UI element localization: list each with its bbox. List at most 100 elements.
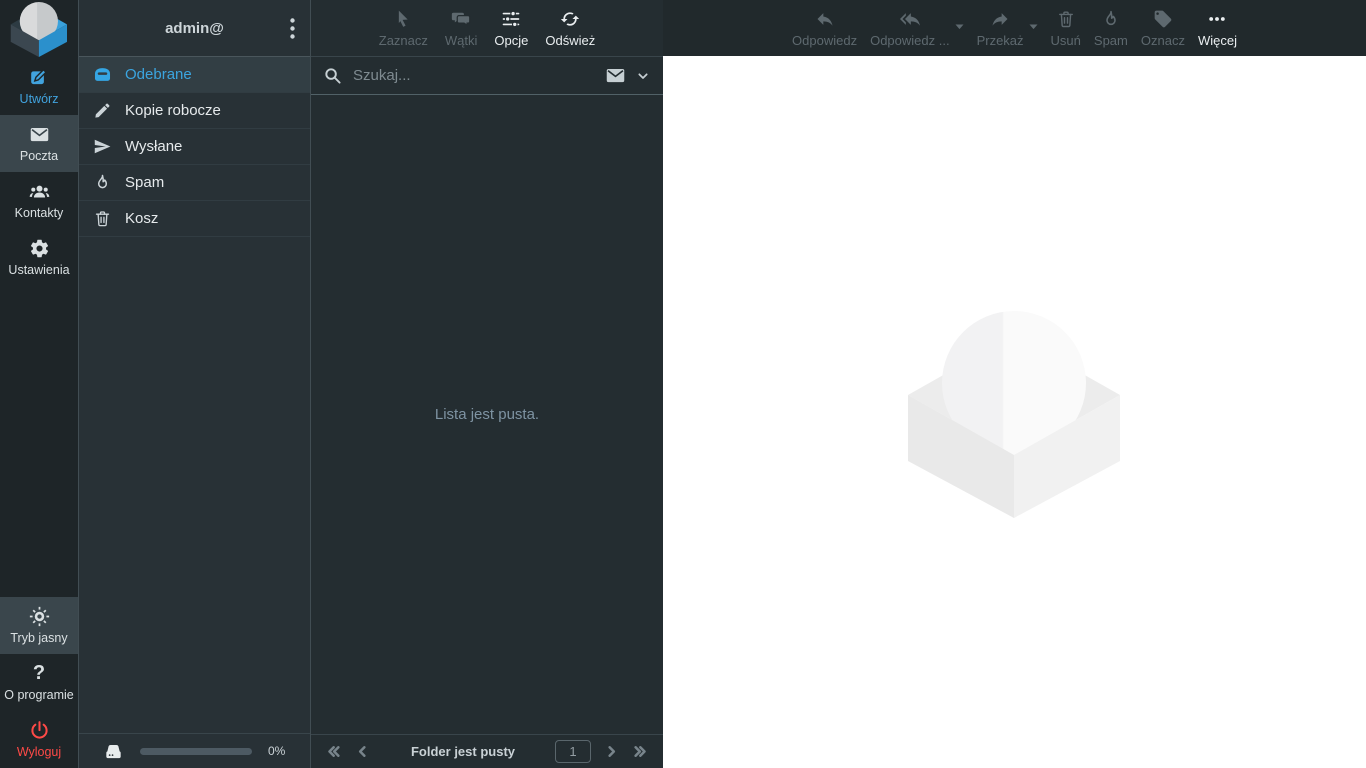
reply-all-icon: [899, 9, 920, 29]
next-page-button[interactable]: [601, 744, 622, 759]
folder-actions-button[interactable]: [284, 0, 301, 56]
settings-tab-label: Ustawienia: [8, 263, 70, 277]
about-button[interactable]: ? O programie: [0, 654, 78, 711]
page-input[interactable]: [555, 740, 591, 763]
folder-label: Kopie robocze: [125, 102, 221, 119]
tab-mail[interactable]: Poczta: [0, 115, 78, 172]
theme-toggle-button[interactable]: Tryb jasny: [0, 597, 78, 654]
logout-button[interactable]: Wyloguj: [0, 711, 78, 768]
account-name: admin@: [165, 19, 224, 37]
mark-label: Oznacz: [1140, 32, 1185, 48]
last-page-button[interactable]: [630, 744, 651, 759]
message-list-body: Lista jest pusta.: [311, 95, 663, 734]
folder-list: Odebrane Kopie robocze Wysłane Spam Kosz: [79, 57, 310, 237]
folder-label: Odebrane: [125, 66, 192, 83]
flame-icon: [93, 173, 112, 192]
message-toolbar: Odpowiedz Odpowiedz ... Przekaż Usuń Spa…: [663, 0, 1366, 56]
mail-scope-icon[interactable]: [605, 65, 626, 86]
more-button[interactable]: Więcej: [1198, 9, 1237, 48]
reply-all-caret-button[interactable]: [955, 24, 964, 30]
first-page-button[interactable]: [323, 744, 344, 759]
tag-icon: [1153, 9, 1173, 29]
folder-item-trash[interactable]: Kosz: [79, 201, 310, 237]
drive-icon: [103, 741, 124, 762]
trash-icon: [93, 209, 112, 228]
power-icon: [29, 720, 50, 741]
folder-item-sent[interactable]: Wysłane: [79, 129, 310, 165]
contacts-icon: [29, 181, 50, 202]
about-label: O programie: [4, 688, 74, 702]
logout-label: Wyloguj: [16, 745, 62, 759]
reply-icon: [815, 9, 835, 29]
junk-label: Spam: [1093, 32, 1128, 48]
threads-button[interactable]: Wątki: [444, 9, 478, 48]
gear-icon: [29, 238, 50, 259]
account-header: admin@: [79, 0, 310, 57]
delete-button[interactable]: Usuń: [1051, 9, 1081, 48]
refresh-icon: [560, 9, 580, 29]
tab-settings[interactable]: Ustawienia: [0, 229, 78, 286]
question-icon: ?: [32, 662, 46, 684]
send-icon: [93, 137, 112, 156]
options-label: Opcje: [494, 32, 529, 48]
reply-button[interactable]: Odpowiedz: [792, 9, 857, 48]
list-toolbar: Zaznacz Wątki Opcje Odśwież: [311, 0, 663, 57]
tab-contacts[interactable]: Kontakty: [0, 172, 78, 229]
folder-label: Kosz: [125, 210, 159, 227]
taskmenu: Utwórz Poczta Kontakty Ustawienia Tryb j…: [0, 0, 78, 768]
mail-tab-label: Poczta: [19, 149, 59, 163]
select-button[interactable]: Zaznacz: [379, 9, 428, 48]
search-options-button[interactable]: [635, 68, 651, 84]
pencil-icon: [93, 101, 112, 120]
forward-caret-button[interactable]: [1029, 24, 1038, 30]
mark-button[interactable]: Oznacz: [1141, 9, 1185, 48]
forward-icon: [990, 9, 1010, 29]
caret-down-icon: [1029, 24, 1038, 30]
chevron-right-icon: [604, 744, 619, 759]
list-pagination: Folder jest pusty: [311, 734, 663, 768]
pagination-status: Folder jest pusty: [410, 744, 516, 759]
logo-icon: [10, 1, 68, 57]
compose-icon: [29, 67, 50, 88]
junk-button[interactable]: Spam: [1094, 9, 1128, 48]
reply-all-label: Odpowiedz ...: [870, 32, 950, 48]
reply-label: Odpowiedz: [792, 32, 858, 48]
forward-button[interactable]: Przekaż: [977, 9, 1024, 48]
sun-icon: [29, 606, 50, 627]
chevrons-left-icon: [326, 744, 341, 759]
search-icon: [323, 66, 342, 85]
trash-icon: [1056, 9, 1076, 29]
theme-toggle-label: Tryb jasny: [10, 631, 68, 645]
options-button[interactable]: Opcje: [494, 9, 528, 48]
quota-progressbar: [140, 747, 252, 755]
chevrons-right-icon: [633, 744, 648, 759]
refresh-button[interactable]: Odśwież: [545, 9, 595, 48]
folder-label: Spam: [125, 174, 165, 191]
roundcube-watermark-logo: [908, 307, 1121, 518]
threads-label: Wątki: [444, 32, 478, 48]
kebab-icon: [290, 17, 295, 39]
folder-item-spam[interactable]: Spam: [79, 165, 310, 201]
quota-percent: 0%: [268, 744, 286, 758]
inbox-icon: [93, 65, 112, 84]
prev-page-button[interactable]: [352, 744, 373, 759]
content-panel: Odpowiedz Odpowiedz ... Przekaż Usuń Spa…: [663, 0, 1366, 768]
caret-down-icon: [955, 24, 964, 30]
more-label: Więcej: [1197, 32, 1237, 48]
sliders-icon: [501, 9, 521, 29]
taskmenu-spacer: [0, 286, 78, 597]
folder-panel: admin@ Odebrane Kopie robocze Wysłane Sp…: [78, 0, 310, 768]
flame-icon: [1101, 9, 1121, 29]
folder-label: Wysłane: [125, 138, 183, 155]
refresh-label: Odśwież: [545, 32, 596, 48]
threads-icon: [451, 9, 471, 29]
chevron-down-icon: [635, 68, 651, 84]
reply-all-button[interactable]: Odpowiedz ...: [870, 9, 950, 48]
folder-item-inbox[interactable]: Odebrane: [79, 57, 310, 93]
compose-button[interactable]: Utwórz: [0, 58, 78, 115]
mail-icon: [29, 124, 50, 145]
folder-item-drafts[interactable]: Kopie robocze: [79, 93, 310, 129]
message-list-panel: Zaznacz Wątki Opcje Odśwież Szukaj... Li…: [310, 0, 663, 768]
app-logo[interactable]: [0, 0, 78, 58]
search-input[interactable]: [351, 66, 596, 85]
